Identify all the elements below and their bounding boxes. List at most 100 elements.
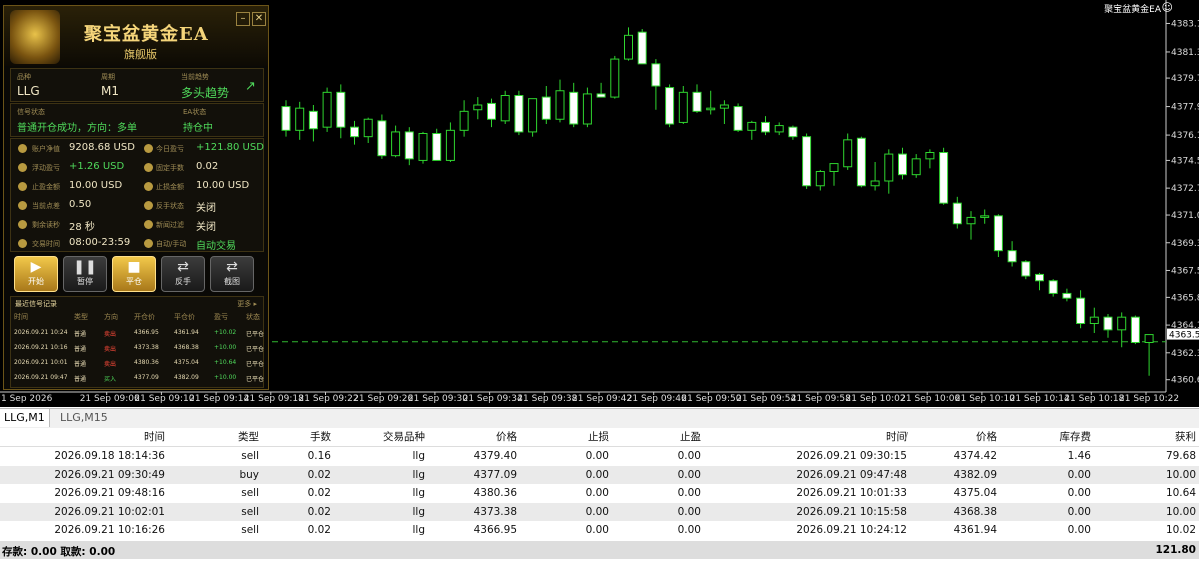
table-row[interactable]: 2026.09.18 18:14:36 sell 0.16 llg 4379.40 0.0…: [0, 447, 1199, 465]
start-button[interactable]: ▶ 开始: [14, 256, 58, 292]
tab-llg-m15[interactable]: LLG,M15: [56, 409, 112, 427]
row-key: 账户净值: [32, 145, 60, 153]
candle-body: [651, 63, 661, 87]
y-tick-label: 4381.35: [1171, 48, 1199, 58]
candle-body: [308, 110, 318, 130]
row-key: 固定手数: [156, 164, 184, 172]
column-header[interactable]: 价格: [428, 428, 517, 446]
table-row[interactable]: 2026.09.21 10:16:26 sell 0.02 llg 4366.95 0.0…: [0, 521, 1199, 539]
table-cell: 10.00: [1165, 468, 1196, 481]
y-tick-label: 4369.30: [1171, 239, 1199, 249]
candle-body: [1130, 316, 1140, 343]
column-header[interactable]: 类型: [168, 428, 259, 446]
x-tick-label: 21 Sep 09:42: [572, 394, 632, 404]
x-tick-label: 21 Sep 09:38: [517, 394, 577, 404]
screenshot-button[interactable]: ⇄ 截图: [210, 256, 254, 292]
table-cell: llg: [412, 524, 426, 536]
candle-body: [336, 91, 346, 128]
table-cell: 0.00: [585, 505, 609, 518]
candle-body: [487, 102, 496, 120]
trend-up-arrow-icon: ↗: [245, 79, 256, 94]
candle-body: [432, 133, 442, 161]
table-cell: 0.00: [585, 524, 609, 536]
y-tick-label: 4365.85: [1171, 293, 1199, 303]
candle-body: [678, 91, 688, 123]
column-header[interactable]: 库存费: [1000, 428, 1092, 446]
row-value: 9208.68 USD: [69, 142, 135, 153]
candle-body: [761, 121, 770, 133]
row-key: 反手状态: [156, 202, 184, 210]
candle-body: [1021, 261, 1031, 277]
signal-cell: 2026.09.21 10:16: [14, 344, 68, 351]
candle-body: [1007, 250, 1017, 263]
tab-llg-m1[interactable]: LLG,M1: [0, 409, 50, 427]
table-cell: 2026.09.21 09:47:48: [796, 468, 907, 481]
candle-body: [1062, 292, 1072, 299]
row-key: 自动/手动: [156, 240, 187, 248]
table-row[interactable]: 2026.09.21 10:02:01 sell 0.02 llg 4373.38 0.0…: [0, 502, 1199, 521]
candle-body: [473, 104, 483, 111]
candle-body: [555, 90, 565, 120]
column-header[interactable]: 手数: [262, 428, 331, 446]
row-value: 自动交易: [196, 241, 236, 252]
signal-cell: 卖出: [104, 346, 117, 353]
table-cell: 0.00: [1067, 487, 1091, 499]
signal-cell: +10.00: [214, 344, 237, 351]
table-row[interactable]: 2026.09.21 09:30:49 buy 0.02 llg 4377.09 0.00…: [0, 465, 1199, 484]
account-row: 当前点差 0.50 反手状态 关闭: [14, 197, 268, 216]
x-tick-label: 21 Sep 10:10: [955, 394, 1015, 404]
table-cell: 4379.40: [473, 450, 517, 462]
smiley-icon[interactable]: ☺: [1162, 1, 1173, 14]
candle-body: [747, 121, 757, 131]
column-header[interactable]: 价格: [910, 428, 997, 446]
table-cell: 2026.09.21 10:01:33: [796, 487, 907, 499]
play-icon: ▶: [30, 259, 42, 275]
row-value: 10.00 USD: [196, 180, 250, 191]
reverse-button[interactable]: ⇄ 反手: [161, 256, 205, 292]
period-label: 周期: [101, 73, 115, 81]
candle-body: [939, 152, 949, 204]
candle-body: [624, 34, 633, 60]
info-icon: [18, 239, 27, 248]
signal-cell: +10.64: [214, 359, 237, 366]
close-button[interactable]: ✕: [252, 12, 266, 26]
column-header[interactable]: 交易品种: [334, 428, 425, 446]
candle-body: [295, 107, 305, 131]
pause-button[interactable]: ❚❚ 暂停: [63, 256, 107, 292]
column-header[interactable]: 时间: [0, 428, 165, 446]
table-cell: 0.00: [1067, 524, 1091, 536]
row-value: 关闭: [196, 222, 216, 233]
close-position-button[interactable]: ■ 平仓: [112, 256, 156, 292]
signal-cell: 普通: [74, 376, 87, 383]
column-header[interactable]: 时间: [612, 428, 907, 446]
candle-body: [1144, 334, 1154, 344]
minimize-button[interactable]: –: [236, 12, 250, 26]
x-tick-label: 1 Sep 2026: [1, 394, 53, 404]
table-cell: 4377.09: [473, 468, 517, 481]
candle-body: [514, 95, 524, 133]
signal-header-cell: 开仓价: [134, 313, 155, 321]
signal-cell: 已平仓: [246, 376, 265, 383]
signal-header-cell: 时间: [14, 313, 28, 321]
table-cell: 2026.09.21 09:30:15: [796, 450, 907, 462]
column-header[interactable]: 获利: [1094, 428, 1196, 446]
candle-body: [1103, 316, 1113, 331]
symbol-value: LLG: [17, 84, 40, 98]
column-header[interactable]: 止损: [520, 428, 609, 446]
signal-cell: 2026.09.21 09:47: [14, 374, 68, 381]
candle-body: [870, 180, 880, 187]
signal-records-title: 最近信号记录: [15, 300, 57, 308]
account-row: 浮动盈亏 +1.26 USD 固定手数 0.02: [14, 159, 268, 178]
table-cell: 4366.95: [473, 524, 517, 536]
table-row[interactable]: 2026.09.21 09:48:16 sell 0.02 llg 4380.36 0.0…: [0, 484, 1199, 502]
more-link[interactable]: 更多 ▸: [237, 299, 257, 309]
row-value: 0.50: [69, 199, 92, 210]
signal-label: 信号状态: [17, 108, 45, 116]
table-cell: sell: [241, 505, 259, 518]
candle-body: [706, 107, 716, 111]
row-value: 关闭: [196, 203, 216, 214]
row-key: 交易时间: [32, 240, 60, 248]
table-cell: 4375.04: [953, 487, 997, 499]
candle-body: [843, 139, 853, 168]
table-cell: sell: [241, 524, 259, 536]
